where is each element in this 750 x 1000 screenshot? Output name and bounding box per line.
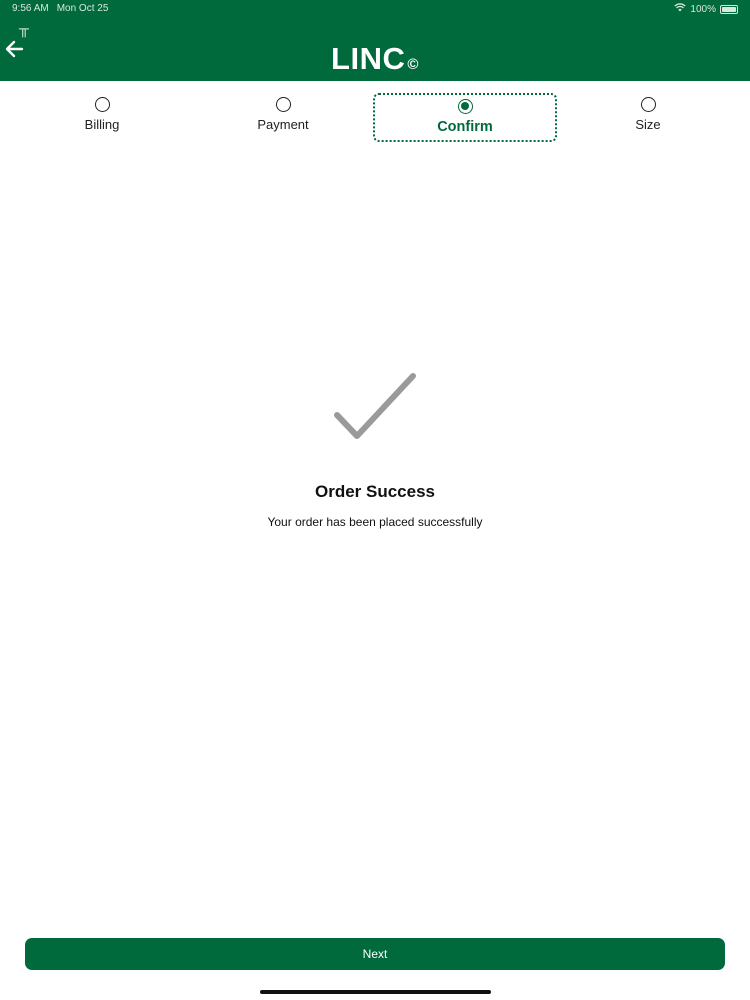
step-billing[interactable]: Billing (27, 95, 177, 141)
checkmark-icon (334, 373, 416, 439)
status-time: 9:56 AM (12, 3, 49, 14)
step-label: Size (635, 117, 661, 132)
step-label: Payment (257, 117, 309, 132)
radio-selected-icon (457, 99, 473, 114)
order-confirm-screen: 9:56 AM Mon Oct 25 100% ╥ LINC © Billing P… (0, 0, 750, 1000)
radio-unselected-icon (94, 97, 110, 112)
radio-unselected-icon (640, 97, 656, 112)
next-button[interactable]: Next (25, 938, 725, 970)
app-header: 9:56 AM Mon Oct 25 100% ╥ LINC © (0, 0, 750, 81)
radio-unselected-icon (275, 97, 291, 112)
success-message: Your order has been placed successfully (267, 515, 483, 529)
step-label: Billing (84, 117, 120, 132)
home-indicator (260, 990, 491, 994)
step-label: Confirm (437, 119, 493, 135)
status-date: Mon Oct 25 (56, 3, 109, 14)
copyright-mark: © (407, 56, 419, 73)
app-title-text: LINC (331, 41, 406, 76)
checkout-steps: Billing Payment Confirm Size (0, 81, 750, 151)
battery-icon (720, 4, 738, 14)
drag-handle-icon: ╥ (19, 20, 29, 36)
status-bar-left: 9:56 AM Mon Oct 25 (12, 3, 108, 14)
wifi-icon (674, 3, 687, 15)
status-bar-right: 100% (674, 3, 738, 15)
success-title: Order Success (314, 482, 435, 501)
step-payment[interactable]: Payment (208, 95, 358, 141)
app-title: LINC © (0, 41, 750, 77)
step-confirm[interactable]: Confirm (373, 93, 557, 142)
step-size[interactable]: Size (573, 95, 723, 141)
battery-percent: 100% (690, 3, 716, 15)
